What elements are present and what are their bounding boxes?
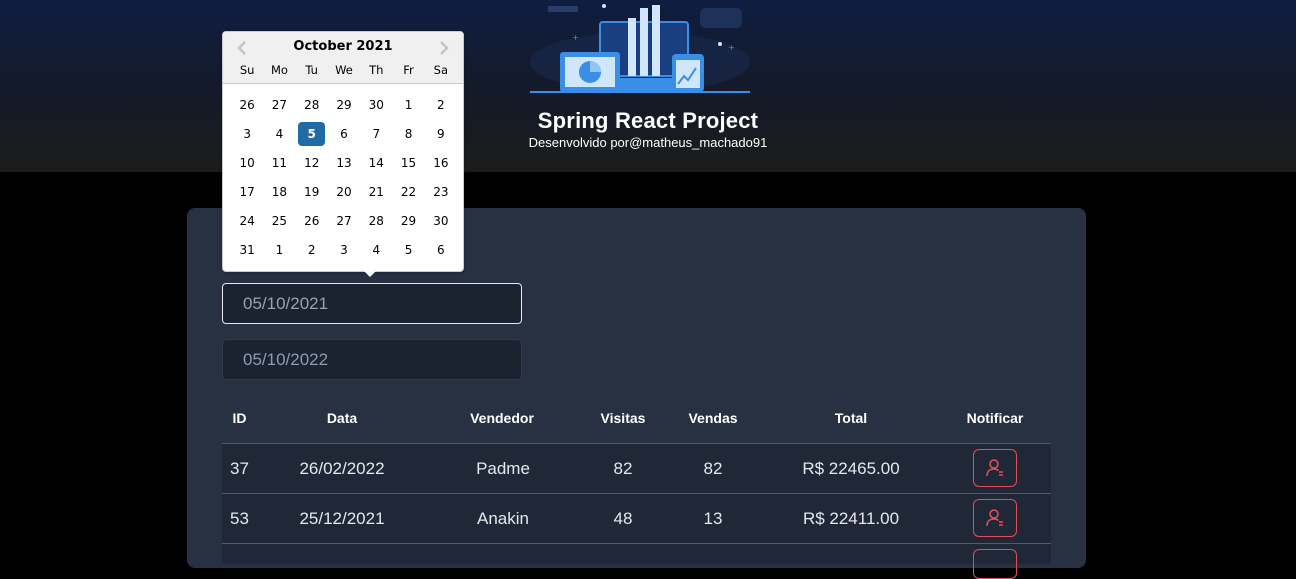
datepicker-day-selected[interactable]: 5: [296, 122, 328, 151]
datepicker-day[interactable]: 21: [360, 180, 392, 209]
datepicker-day[interactable]: 26: [296, 209, 328, 238]
datepicker-day[interactable]: 3: [328, 238, 360, 267]
col-seller-header: Vendedor: [470, 410, 534, 426]
chevron-right-icon[interactable]: [434, 38, 454, 58]
col-notify-header: Notificar: [966, 410, 1024, 426]
day-name: We: [335, 63, 353, 77]
dashboard-illustration-icon: + +: [530, 4, 750, 93]
datepicker-day[interactable]: 11: [263, 151, 295, 180]
col-total-header: Total: [834, 410, 868, 426]
datepicker-day[interactable]: 7: [360, 122, 392, 151]
datepicker-month-label: October 2021: [293, 39, 393, 54]
datepicker-day[interactable]: 18: [263, 180, 295, 209]
datepicker-day[interactable]: 13: [328, 151, 360, 180]
datepicker-day[interactable]: 27: [263, 93, 295, 122]
cell-id: 37: [230, 459, 249, 478]
datepicker-day[interactable]: 2: [425, 93, 457, 122]
table-header: ID Data Vendedor Visitas Vendas Total No…: [222, 400, 1051, 444]
datepicker-week: 24 25 26 27 28 29 30: [231, 209, 457, 238]
datepicker-day[interactable]: 15: [392, 151, 424, 180]
page-subtitle: Desenvolvido por@matheus_machado91: [528, 135, 768, 150]
table-row: [222, 544, 1051, 579]
datepicker-day[interactable]: 3: [231, 122, 263, 151]
datepicker-day[interactable]: 26: [231, 93, 263, 122]
cell-date: 26/02/2022: [299, 459, 385, 478]
day-name: Mo: [270, 63, 288, 77]
datepicker-day[interactable]: 4: [360, 238, 392, 267]
datepicker-week: 17 18 19 20 21 22 23: [231, 180, 457, 209]
svg-text:+: +: [728, 43, 735, 52]
datepicker-day[interactable]: 29: [392, 209, 424, 238]
col-deals-header: Vendas: [688, 410, 738, 426]
day-name: Fr: [403, 63, 414, 77]
datepicker-day[interactable]: 31: [231, 238, 263, 267]
cell-date: 25/12/2021: [299, 509, 385, 528]
col-visits-header: Visitas: [600, 410, 646, 426]
datepicker-day[interactable]: 23: [425, 180, 457, 209]
datepicker-day[interactable]: 1: [392, 93, 424, 122]
cell-seller: Padme: [476, 459, 530, 478]
datepicker-header: October 2021 Su Mo Tu We Th Fr Sa: [223, 32, 463, 84]
datepicker-day[interactable]: 17: [231, 180, 263, 209]
min-date-input[interactable]: 05/10/2021: [222, 283, 522, 324]
day-name: Su: [239, 63, 255, 77]
datepicker-day[interactable]: 28: [360, 209, 392, 238]
cell-deals: 13: [703, 509, 723, 528]
page-header: + + Spring React Project Desenvolvido po…: [0, 0, 1296, 172]
cell-visits: 48: [613, 509, 633, 528]
datepicker-day[interactable]: 2: [296, 238, 328, 267]
datepicker-day[interactable]: 6: [328, 122, 360, 151]
datepicker-pointer: [362, 269, 378, 277]
svg-text:+: +: [572, 33, 579, 42]
datepicker-week: 10 11 12 13 14 15 16: [231, 151, 457, 180]
datepicker-day[interactable]: 12: [296, 151, 328, 180]
user-notify-icon: [986, 509, 1003, 527]
datepicker-day[interactable]: 4: [263, 122, 295, 151]
datepicker-week: 26 27 28 29 30 1 2: [231, 93, 457, 122]
datepicker-day[interactable]: 8: [392, 122, 424, 151]
datepicker-day[interactable]: 5: [392, 238, 424, 267]
cell-id: 53: [230, 509, 249, 528]
table-row: 37 26/02/2022 Padme 82 82 R$ 22465.00: [222, 444, 1051, 494]
notify-button[interactable]: [973, 549, 1017, 579]
datepicker-day-names: Su Mo Tu We Th Fr Sa: [231, 63, 457, 77]
datepicker-day[interactable]: 27: [328, 209, 360, 238]
notify-button[interactable]: [973, 449, 1017, 487]
datepicker-day[interactable]: 28: [296, 93, 328, 122]
sales-table: ID Data Vendedor Visitas Vendas Total No…: [222, 400, 1051, 579]
datepicker-day[interactable]: 6: [425, 238, 457, 267]
col-id-header: ID: [232, 410, 247, 426]
datepicker-popup: October 2021 Su Mo Tu We Th Fr Sa 26 27 28…: [222, 31, 464, 272]
datepicker-day[interactable]: 9: [425, 122, 457, 151]
page-title: Spring React Project: [537, 108, 759, 133]
datepicker-grid: 26 27 28 29 30 1 2 3 4 5 6 7 8 9 10 11 12 13 14 15 16 17 18 19 2…: [231, 93, 457, 267]
datepicker-day[interactable]: 24: [231, 209, 263, 238]
datepicker-day[interactable]: 10: [231, 151, 263, 180]
cell-total: R$ 22465.00: [802, 459, 900, 478]
user-notify-icon: [986, 459, 1003, 477]
max-date-input[interactable]: 05/10/2022: [222, 339, 522, 380]
cell-seller: Anakin: [477, 509, 529, 528]
day-name: Th: [369, 63, 384, 77]
datepicker-day[interactable]: 29: [328, 93, 360, 122]
day-name: Sa: [433, 63, 448, 77]
cell-total: R$ 22411.00: [802, 509, 900, 528]
datepicker-day[interactable]: 22: [392, 180, 424, 209]
datepicker-day[interactable]: 14: [360, 151, 392, 180]
datepicker-day[interactable]: 30: [360, 93, 392, 122]
datepicker-day[interactable]: 25: [263, 209, 295, 238]
col-date-header: Data: [326, 410, 358, 426]
datepicker-week: 3456789: [231, 122, 457, 151]
datepicker-day[interactable]: 19: [296, 180, 328, 209]
cell-deals: 82: [703, 459, 723, 478]
datepicker-day[interactable]: 20: [328, 180, 360, 209]
datepicker-week: 31 1 2 3 4 5 6: [231, 238, 457, 267]
notify-button[interactable]: [973, 499, 1017, 537]
datepicker-day[interactable]: 30: [425, 209, 457, 238]
day-name: Tu: [305, 63, 318, 77]
datepicker-day[interactable]: 1: [263, 238, 295, 267]
table-row: 53 25/12/2021 Anakin 48 13 R$ 22411.00: [222, 494, 1051, 544]
cell-visits: 82: [613, 459, 633, 478]
datepicker-day[interactable]: 16: [425, 151, 457, 180]
